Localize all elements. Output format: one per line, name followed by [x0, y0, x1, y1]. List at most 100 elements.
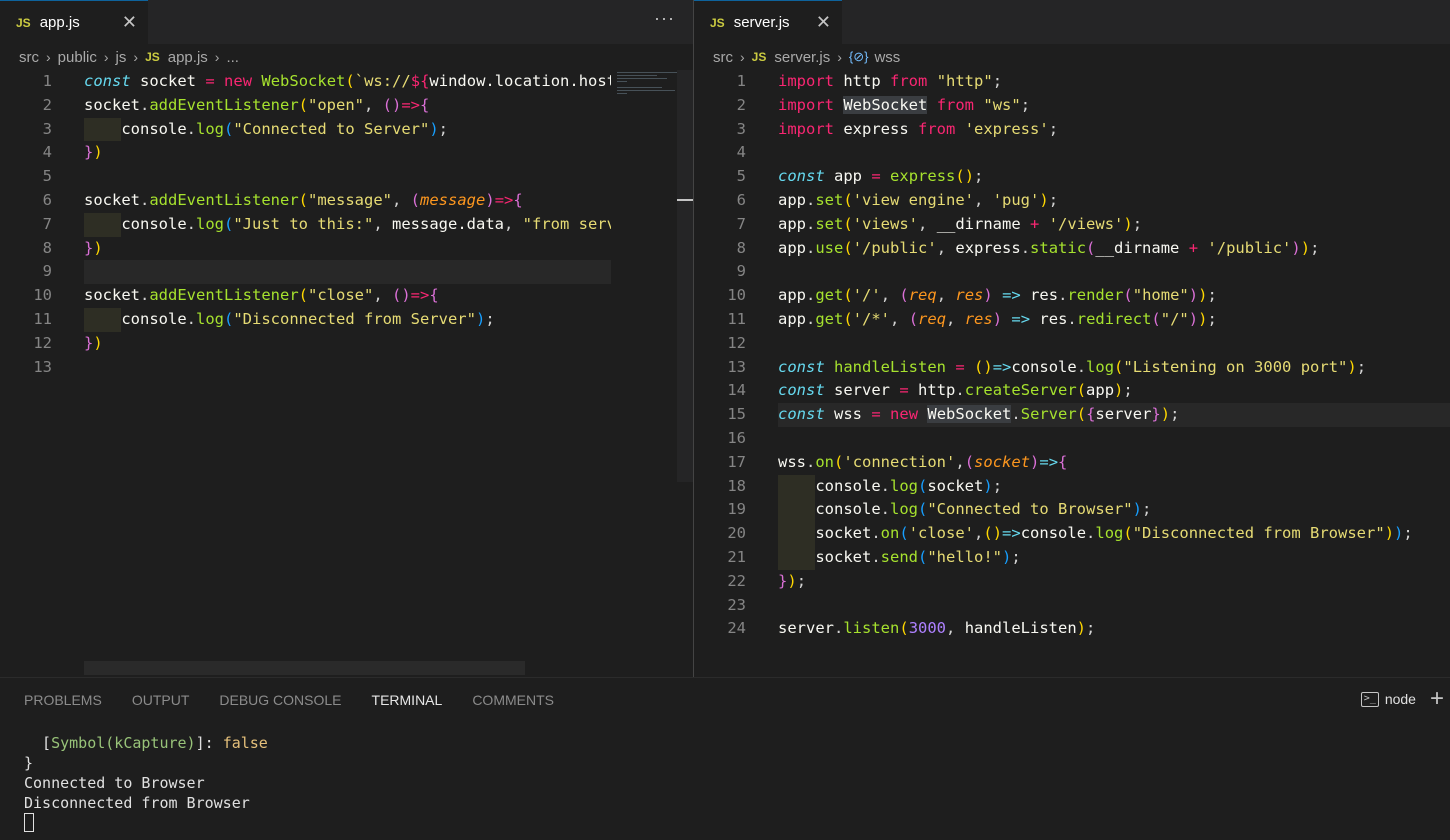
code-line: 18 console.log(socket);	[694, 474, 1450, 499]
line-number: 2	[736, 95, 746, 114]
chevron-right-icon: ›	[837, 49, 842, 65]
breadcrumb-file[interactable]: server.js	[774, 49, 830, 66]
code-text: console.log("Disconnected from Server");	[84, 307, 495, 332]
line-number: 16	[727, 428, 746, 447]
code-line: 7 console.log("Just to this:", message.d…	[0, 212, 693, 237]
code-text: import express from 'express';	[778, 119, 1059, 138]
vertical-scrollbar[interactable]	[677, 70, 693, 482]
javascript-file-icon: JS	[751, 50, 767, 64]
code-text: })	[84, 238, 103, 257]
code-line: 13	[0, 356, 693, 380]
line-number: 7	[736, 214, 746, 233]
left-editor-group: JS app.js ✕ ··· src › public › js › JS a…	[0, 0, 693, 677]
terminal-prompt-line[interactable]	[24, 813, 268, 833]
terminal-line: Connected to Browser	[24, 774, 205, 792]
terminal-output[interactable]: [Symbol(kCapture)]: false} Connected to B…	[24, 733, 268, 833]
line-number: 20	[727, 524, 746, 543]
breadcrumb-item[interactable]: js	[116, 49, 127, 66]
breadcrumb-item[interactable]: public	[58, 49, 97, 66]
code-line: 16	[694, 427, 1450, 451]
line-number: 6	[42, 190, 52, 209]
line-number: 14	[727, 381, 746, 400]
code-text: console.log("Connected to Server");	[84, 117, 448, 142]
line-number: 1	[736, 72, 746, 90]
more-actions-button[interactable]: ···	[654, 8, 675, 29]
line-number: 22	[727, 571, 746, 590]
code-text: app.get('/', (req, res) => res.render("h…	[778, 286, 1217, 305]
code-line: 9	[694, 260, 1450, 284]
right-tab-bar: JS server.js ✕	[694, 0, 1450, 44]
code-editor-server-js[interactable]: 1 import http from "http"; 2 import WebSoc…	[694, 70, 1450, 641]
line-number: 7	[42, 214, 52, 233]
line-number: 23	[727, 595, 746, 614]
tab-problems[interactable]: PROBLEMS	[24, 692, 102, 708]
chevron-right-icon: ›	[133, 49, 139, 65]
left-tab-bar: JS app.js ✕ ···	[0, 0, 693, 44]
code-line: 1 import http from "http";	[694, 70, 1450, 94]
terminal-icon: >_	[1360, 691, 1379, 707]
minimap[interactable]	[617, 70, 677, 100]
chevron-right-icon: ›	[46, 49, 51, 65]
code-line: 11 app.get('/*', (req, res) => res.redire…	[694, 308, 1450, 332]
code-line: 4})	[0, 141, 693, 165]
line-number: 8	[42, 238, 52, 257]
breadcrumb-symbol[interactable]: wss	[874, 49, 900, 66]
line-number: 4	[736, 143, 746, 162]
close-icon[interactable]: ✕	[122, 11, 137, 33]
terminal-line: [Symbol(kCapture)]: false	[24, 734, 268, 752]
javascript-file-icon: JS	[16, 15, 31, 30]
javascript-file-icon: JS	[710, 15, 725, 30]
code-line: 12})	[0, 332, 693, 356]
line-number: 9	[736, 262, 746, 281]
code-editor-app-js[interactable]: 1 const socket = new WebSocket(`ws://${wi…	[0, 70, 693, 379]
code-line: 22});	[694, 570, 1450, 594]
code-line: 2 socket.addEventListener("open", ()=>{	[0, 94, 693, 118]
line-number: 6	[736, 190, 746, 209]
breadcrumb-file[interactable]: app.js	[168, 49, 208, 66]
code-line: 6 socket.addEventListener("message", (mes…	[0, 189, 693, 213]
tab-output[interactable]: OUTPUT	[132, 692, 190, 708]
code-text: })	[84, 333, 103, 352]
line-number: 19	[727, 500, 746, 519]
breadcrumb-item[interactable]: src	[19, 49, 39, 66]
line-number: 10	[33, 286, 52, 305]
tab-title: app.js	[39, 14, 80, 31]
chevron-right-icon: ›	[103, 49, 109, 65]
new-terminal-plus-icon[interactable]: +	[1430, 687, 1444, 711]
line-number: 11	[33, 309, 52, 328]
close-icon[interactable]: ✕	[816, 11, 831, 33]
current-line: 9	[43, 260, 611, 285]
code-text: wss.on('connection',(socket)=>{	[778, 452, 1068, 471]
code-text: console.log("Just to this:", message.dat…	[84, 212, 611, 237]
terminal-shell-label[interactable]: node	[1385, 691, 1416, 707]
tab-debug-console[interactable]: DEBUG CONSOLE	[219, 692, 341, 708]
code-line: 19 console.log("Connected to Browser");	[694, 498, 1450, 523]
code-line: 24 server.listen(3000, handleListen);	[694, 617, 1450, 641]
code-line: 10 socket.addEventListener("close", ()=>{	[0, 284, 693, 308]
breadcrumb-item[interactable]: src	[713, 49, 733, 66]
chevron-right-icon: ›	[740, 49, 745, 65]
code-text: socket.send("hello!");	[778, 545, 1021, 570]
code-text: })	[84, 143, 103, 162]
line-number: 5	[736, 167, 746, 186]
terminal-line: }	[24, 754, 34, 772]
chevron-right-icon: ›	[214, 49, 220, 65]
line-number: 10	[727, 286, 746, 305]
line-number: 24	[727, 619, 746, 638]
terminal-cursor	[24, 813, 34, 832]
code-line: 13 const handleListen = ()=>console.log("…	[694, 356, 1450, 380]
tab-terminal[interactable]: TERMINAL	[372, 692, 443, 708]
line-number: 12	[33, 333, 52, 352]
code-text: app.set('view engine', 'pug');	[778, 190, 1059, 209]
breadcrumb: src › public › js › JS app.js › ...	[0, 44, 693, 70]
code-line: 2 import WebSocket from "ws";	[694, 94, 1450, 118]
code-line: 7 app.set('views', __dirname + '/views');	[694, 213, 1450, 237]
tab-app-js[interactable]: JS app.js ✕	[0, 0, 148, 44]
horizontal-scrollbar[interactable]	[84, 661, 525, 675]
breadcrumb-tail[interactable]: ...	[226, 49, 239, 66]
tab-server-js[interactable]: JS server.js ✕	[694, 0, 842, 44]
line-number: 5	[42, 167, 52, 186]
tab-comments[interactable]: COMMENTS	[472, 692, 554, 708]
line-number: 2	[42, 95, 52, 114]
code-text: app.get('/*', (req, res) => res.redirect…	[778, 309, 1217, 328]
